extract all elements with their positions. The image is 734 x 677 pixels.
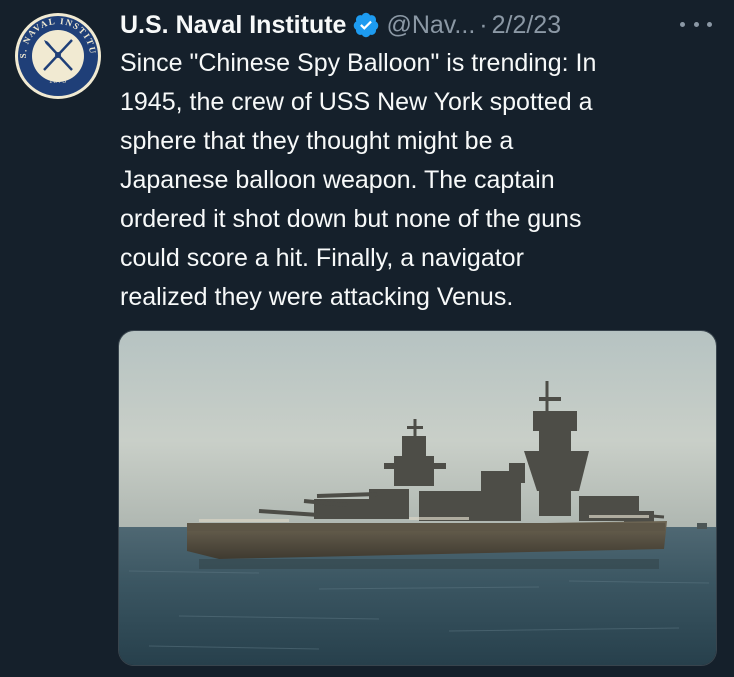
naval-institute-seal-icon: U.S. NAVAL INSTITUTE 1873 — [14, 12, 101, 99]
tweet-header: U.S. Naval Institute @Nav... · 2/2/23 — [120, 8, 561, 42]
more-dot — [707, 21, 712, 27]
tweet-text: Since "Chinese Spy Balloon" is trending:… — [120, 49, 597, 311]
tweet-date[interactable]: 2/2/23 — [492, 11, 562, 40]
meta-separator: · — [479, 10, 488, 39]
more-dot — [693, 21, 699, 27]
tweet-photo[interactable] — [118, 330, 717, 666]
verified-badge-icon — [352, 11, 380, 39]
author-name[interactable]: U.S. Naval Institute — [120, 11, 346, 40]
more-options-icon[interactable] — [680, 14, 712, 34]
tweet-card[interactable]: U.S. NAVAL INSTITUTE 1873 U.S. Naval Ins… — [0, 0, 734, 677]
more-dot — [680, 21, 685, 27]
seal-year: 1873 — [49, 77, 67, 85]
avatar[interactable]: U.S. NAVAL INSTITUTE 1873 — [14, 12, 102, 100]
battleship-photo — [119, 331, 716, 665]
author-handle[interactable]: @Nav... — [386, 11, 475, 40]
